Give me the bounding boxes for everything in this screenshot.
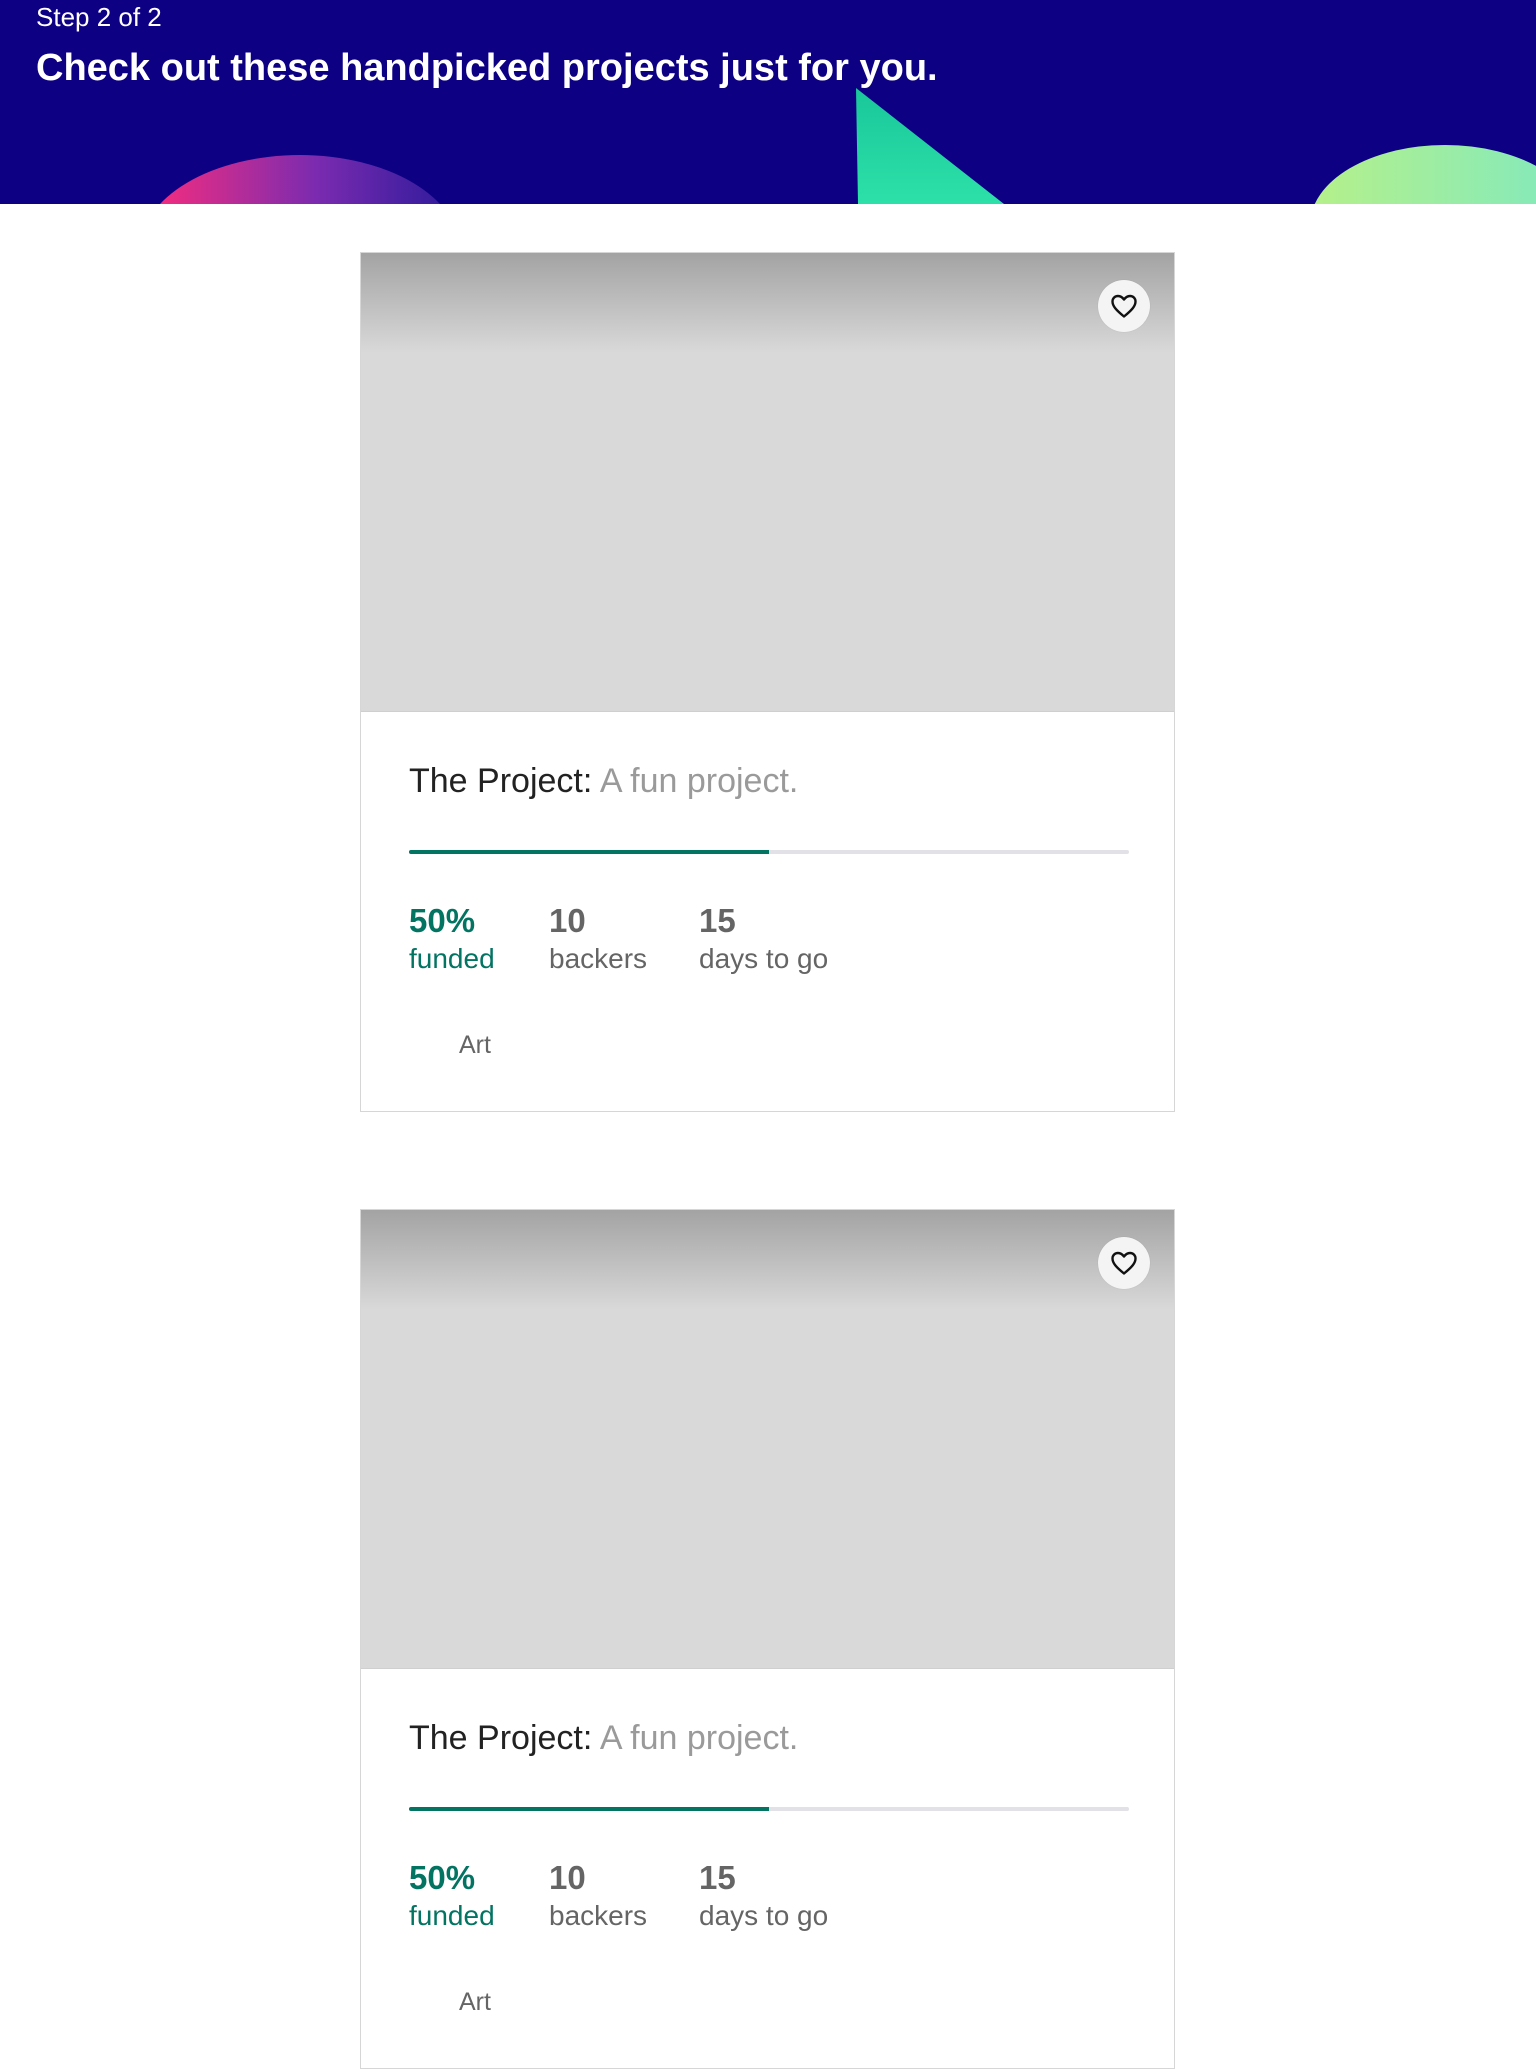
backers-label: backers xyxy=(549,943,648,974)
days-stat: 15 days to go xyxy=(699,901,828,977)
funding-progress-bar xyxy=(409,850,1129,854)
onboarding-header: Step 2 of 2 Check out these handpicked p… xyxy=(0,0,1536,204)
backers-count: 10 xyxy=(549,902,586,939)
days-count: 15 xyxy=(699,1859,736,1896)
days-stat: 15 days to go xyxy=(699,1858,828,1934)
funding-progress-fill xyxy=(409,1807,769,1811)
project-title[interactable]: The Project: A fun project. xyxy=(409,759,798,803)
heart-icon xyxy=(1111,294,1137,318)
project-blurb: A fun project. xyxy=(599,762,799,800)
step-indicator: Step 2 of 2 xyxy=(36,2,162,32)
funded-label: funded xyxy=(409,943,495,974)
save-project-button[interactable] xyxy=(1098,280,1150,332)
funding-progress-bar xyxy=(409,1807,1129,1811)
funding-progress-fill xyxy=(409,850,769,854)
project-image[interactable] xyxy=(361,1210,1174,1669)
backers-stat: 10 backers xyxy=(549,1858,647,1934)
funded-stat: 50% funded xyxy=(409,901,495,977)
project-image[interactable] xyxy=(361,253,1174,712)
funded-label: funded xyxy=(409,1900,495,1931)
percent-funded: 50% xyxy=(409,902,476,939)
project-card[interactable]: The Project: A fun project. 50% funded 1… xyxy=(360,1209,1175,2069)
days-count: 15 xyxy=(699,902,736,939)
project-card[interactable]: The Project: A fun project. 50% funded 1… xyxy=(360,252,1175,1112)
percent-funded: 50% xyxy=(409,1859,476,1896)
category-tag[interactable]: Art xyxy=(459,1029,491,1061)
heart-icon xyxy=(1111,1251,1137,1275)
category-tag[interactable]: Art xyxy=(459,1986,491,2018)
days-label: days to go xyxy=(699,1900,829,1931)
funded-stat: 50% funded xyxy=(409,1858,495,1934)
page-headline: Check out these handpicked projects just… xyxy=(36,47,938,89)
backers-label: backers xyxy=(549,1900,648,1931)
project-name: The Project: xyxy=(409,1719,593,1757)
project-blurb: A fun project. xyxy=(599,1719,799,1757)
backers-count: 10 xyxy=(549,1859,586,1896)
header-decoration xyxy=(160,88,1536,204)
project-name: The Project: xyxy=(409,762,593,800)
save-project-button[interactable] xyxy=(1098,1237,1150,1289)
backers-stat: 10 backers xyxy=(549,901,647,977)
days-label: days to go xyxy=(699,943,829,974)
project-title[interactable]: The Project: A fun project. xyxy=(409,1716,798,1760)
